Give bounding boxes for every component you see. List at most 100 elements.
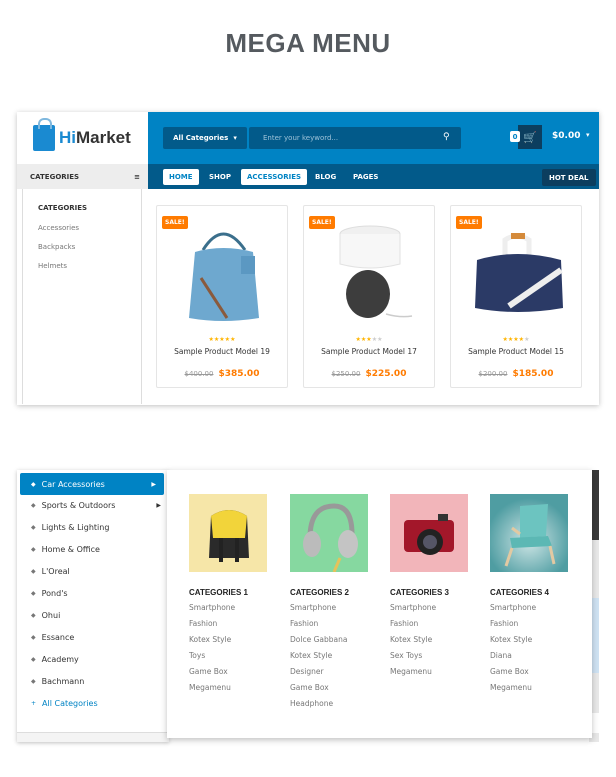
cart-icon: 🛒 (523, 130, 537, 144)
headphones-image[interactable] (290, 494, 368, 572)
page-title: MEGA MENU (225, 28, 391, 58)
all-categories-link[interactable]: + All Categories (17, 692, 169, 714)
chevron-down-icon[interactable]: ▾ (586, 131, 590, 139)
submenu-heading: CATEGORIES (38, 204, 88, 212)
hamburger-icon: ≡ (134, 172, 140, 181)
search-input[interactable] (249, 127, 461, 149)
sale-price: $385.00 (218, 369, 260, 379)
product-name[interactable]: Sample Product Model 17 (304, 347, 434, 356)
teal-armchair-image[interactable] (490, 494, 568, 572)
sale-badge: SALE! (309, 216, 335, 229)
rating-stars: ★★★★★ (355, 336, 383, 343)
cart-button[interactable]: 🛒 (518, 125, 542, 149)
vertical-item-ohui[interactable]: ◆ Ohui (17, 604, 169, 626)
bullet-icon: ◆ (31, 655, 36, 663)
nav-home[interactable]: HOME (163, 169, 199, 185)
old-price: $200.00 (478, 370, 508, 378)
vertical-menu-demo: ◆ Car Accessories ▶ ◆ Sports & Outdoors ▶ ◆ L… (17, 470, 599, 742)
bullet-icon: ◆ (31, 611, 36, 619)
mega-link[interactable]: Fashion (189, 619, 269, 629)
old-price: $250.00 (331, 370, 361, 378)
old-price: $400.00 (184, 370, 214, 378)
yellow-backpack-image[interactable] (189, 494, 267, 572)
bullet-icon: ◆ (31, 633, 36, 641)
nav-blog[interactable]: BLOG (309, 169, 342, 185)
nav-accessories[interactable]: ACCESSORIES (241, 169, 308, 185)
mega-link[interactable]: Megamenu (189, 683, 269, 693)
vertical-item-essance[interactable]: ◆ Essance (17, 626, 169, 648)
mega-link[interactable]: Smartphone (189, 603, 269, 613)
sale-badge: SALE! (162, 216, 188, 229)
categories-toggle[interactable]: CATEGORIES ≡ (17, 164, 148, 189)
bullet-icon: ◆ (31, 523, 36, 531)
sale-badge: SALE! (456, 216, 482, 229)
blue-handbag-image (189, 232, 259, 321)
mega-menu-panel: CATEGORIES 1 Smartphone Fashion Kotex St… (167, 470, 592, 738)
search-icon[interactable]: ⚲ (443, 132, 450, 142)
hot-deal-button[interactable]: HOT DEAL (542, 169, 596, 186)
mega-link[interactable]: Kotex Style (290, 651, 370, 661)
vertical-item-home-office[interactable]: ◆ Home & Office (17, 538, 169, 560)
accessories-submenu: CATEGORIES Accessories Backpacks Helmets (22, 189, 142, 404)
rating-stars: ★★★★★ (208, 336, 236, 343)
mega-link[interactable]: Kotex Style (490, 635, 570, 645)
logo[interactable]: HiMarket (17, 112, 148, 164)
nav-shop[interactable]: SHOP (203, 169, 237, 185)
mega-link[interactable]: Dolce Gabbana (290, 635, 370, 645)
red-camera-image[interactable] (390, 494, 468, 572)
product-card[interactable]: SALE! ★★★★★ Sample Product Model 17 $250… (303, 205, 435, 388)
mega-link[interactable]: Megamenu (490, 683, 570, 693)
caret-right-icon: ▶ (151, 480, 156, 488)
vertical-item-sports-outdoors[interactable]: ◆ Sports & Outdoors ▶ (17, 494, 169, 516)
nav-pages[interactable]: PAGES (347, 169, 384, 185)
vertical-item-academy[interactable]: ◆ Academy (17, 648, 169, 670)
column-heading[interactable]: CATEGORIES 4 (490, 588, 570, 597)
mega-link[interactable]: Kotex Style (189, 635, 269, 645)
column-heading[interactable]: CATEGORIES 2 (290, 588, 370, 597)
vertical-item-car-accessories[interactable]: ◆ Car Accessories ▶ (20, 473, 164, 495)
cart-total[interactable]: $0.00 (552, 131, 580, 141)
bullet-icon: ◆ (31, 677, 36, 685)
mega-link[interactable]: Fashion (490, 619, 570, 629)
product-card[interactable]: SALE! ★★★★★ Sample Product Model 19 $400… (156, 205, 288, 388)
mega-link[interactable]: Toys (189, 651, 269, 661)
vertical-item-loreal[interactable]: ◆ L'Oreal (17, 560, 169, 582)
table-lamp-image (339, 225, 413, 318)
mega-link[interactable]: Fashion (290, 619, 370, 629)
mega-link[interactable]: Game Box (490, 667, 570, 677)
mega-link[interactable]: Diana (490, 651, 570, 661)
submenu-link[interactable]: Accessories (38, 224, 79, 232)
mega-link[interactable]: Kotex Style (390, 635, 470, 645)
mega-column: CATEGORIES 3 Smartphone Fashion Kotex St… (390, 494, 470, 677)
plus-icon: + (31, 699, 37, 707)
bullet-icon: ◆ (31, 480, 36, 488)
chevron-down-icon: ▾ (233, 134, 237, 142)
product-name[interactable]: Sample Product Model 19 (157, 347, 287, 356)
product-card[interactable]: SALE! ★★★★★ Sample Product Model 15 $200… (450, 205, 582, 388)
mega-link[interactable]: Designer (290, 667, 370, 677)
mega-column: CATEGORIES 4 Smartphone Fashion Kotex St… (490, 494, 570, 693)
mega-link[interactable]: Smartphone (490, 603, 570, 613)
mega-link[interactable]: Smartphone (290, 603, 370, 613)
vertical-item-bachmann[interactable]: ◆ Bachmann (17, 670, 169, 692)
mega-link[interactable]: Fashion (390, 619, 470, 629)
bullet-icon: ◆ (31, 589, 36, 597)
vertical-item-lights-lighting[interactable]: ◆ Lights & Lighting (17, 516, 169, 538)
vertical-category-menu: ◆ Car Accessories ▶ ◆ Sports & Outdoors ▶ ◆ L… (17, 470, 169, 742)
product-name[interactable]: Sample Product Model 15 (451, 347, 581, 356)
mega-link[interactable]: Headphone (290, 699, 370, 709)
mega-link[interactable]: Megamenu (390, 667, 470, 677)
mega-link[interactable]: Game Box (290, 683, 370, 693)
category-select[interactable]: All Categories ▾ (163, 127, 247, 149)
vertical-item-ponds[interactable]: ◆ Pond's (17, 582, 169, 604)
mega-link[interactable]: Game Box (189, 667, 269, 677)
mega-link[interactable]: Sex Toys (390, 651, 470, 661)
mega-link[interactable]: Smartphone (390, 603, 470, 613)
submenu-link[interactable]: Helmets (38, 262, 67, 270)
navy-duffel-bag-image (475, 233, 563, 312)
bullet-icon: ◆ (31, 545, 36, 553)
column-heading[interactable]: CATEGORIES 1 (189, 588, 269, 597)
submenu-link[interactable]: Backpacks (38, 243, 75, 251)
column-heading[interactable]: CATEGORIES 3 (390, 588, 470, 597)
sale-price: $225.00 (365, 369, 407, 379)
